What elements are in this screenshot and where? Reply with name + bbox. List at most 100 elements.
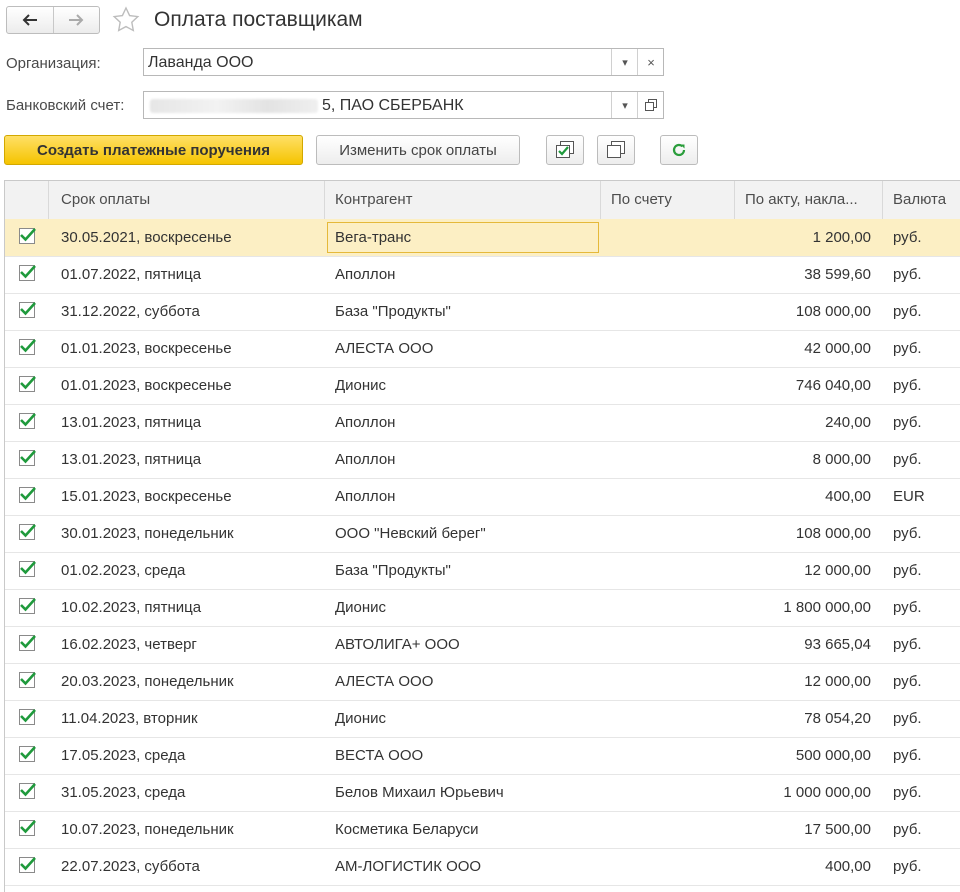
due-date-cell[interactable]: 16.02.2023, четверг xyxy=(61,626,321,662)
by-invoice-cell[interactable] xyxy=(611,848,729,884)
currency-cell[interactable]: руб. xyxy=(893,848,959,884)
counterparty-cell[interactable]: ООО "Невский берег" xyxy=(335,515,595,551)
row-checkbox[interactable] xyxy=(19,857,36,873)
row-checkbox[interactable] xyxy=(19,598,36,614)
change-payment-date-button[interactable]: Изменить срок оплаты xyxy=(316,135,520,165)
row-checkbox[interactable] xyxy=(19,746,36,762)
counterparty-cell[interactable]: Белов Михаил Юрьевич xyxy=(335,774,595,810)
due-date-cell[interactable]: 30.05.2021, воскресенье xyxy=(61,219,321,255)
header-by-invoice[interactable]: По счету xyxy=(601,181,735,219)
counterparty-cell[interactable]: АЛЕСТА ООО xyxy=(335,330,595,366)
by-act-cell[interactable]: 400,00 xyxy=(741,848,871,884)
by-invoice-cell[interactable] xyxy=(611,737,729,773)
currency-cell[interactable]: руб. xyxy=(893,441,959,477)
row-checkbox[interactable] xyxy=(19,635,36,651)
row-checkbox[interactable] xyxy=(19,672,36,688)
table-row[interactable]: 11.04.2023, вторник Дионис 78 054,20 руб. xyxy=(5,700,960,738)
counterparty-cell[interactable]: АЛЕСТА ООО xyxy=(335,663,595,699)
currency-cell[interactable]: руб. xyxy=(893,700,959,736)
counterparty-cell[interactable]: Дионис xyxy=(335,589,595,625)
bank-account-field[interactable]: 5, ПАО СБЕРБАНК ▾ xyxy=(143,91,664,119)
currency-cell[interactable]: руб. xyxy=(893,774,959,810)
currency-cell[interactable]: руб. xyxy=(893,404,959,440)
by-invoice-cell[interactable] xyxy=(611,441,729,477)
currency-cell[interactable]: руб. xyxy=(893,256,959,292)
by-act-cell[interactable]: 12 000,00 xyxy=(741,552,871,588)
due-date-cell[interactable]: 31.12.2022, суббота xyxy=(61,293,321,329)
by-invoice-cell[interactable] xyxy=(611,256,729,292)
table-row[interactable]: 30.01.2023, понедельник ООО "Невский бере… xyxy=(5,515,960,553)
back-button[interactable] xyxy=(7,7,53,33)
by-invoice-cell[interactable] xyxy=(611,293,729,329)
table-row[interactable]: 31.12.2022, суббота База "Продукты" 108 00… xyxy=(5,293,960,331)
due-date-cell[interactable]: 01.01.2023, воскресенье xyxy=(61,367,321,403)
by-invoice-cell[interactable] xyxy=(611,663,729,699)
due-date-cell[interactable]: 15.01.2023, воскресенье xyxy=(61,478,321,514)
due-date-cell[interactable]: 13.01.2023, пятница xyxy=(61,441,321,477)
table-row[interactable]: 01.01.2023, воскресенье АЛЕСТА ООО 42 000,… xyxy=(5,330,960,368)
counterparty-cell[interactable]: Косметика Беларуси xyxy=(335,811,595,847)
currency-cell[interactable]: руб. xyxy=(893,663,959,699)
by-act-cell[interactable]: 8 000,00 xyxy=(741,441,871,477)
by-act-cell[interactable]: 17 500,00 xyxy=(741,811,871,847)
due-date-cell[interactable]: 11.04.2023, вторник xyxy=(61,700,321,736)
counterparty-cell[interactable]: Дионис xyxy=(335,367,595,403)
by-invoice-cell[interactable] xyxy=(611,589,729,625)
organization-dropdown-button[interactable]: ▾ xyxy=(611,49,638,75)
counterparty-cell[interactable]: ВЕСТА ООО xyxy=(335,737,595,773)
row-checkbox[interactable] xyxy=(19,265,36,281)
counterparty-cell[interactable]: Аполлон xyxy=(335,478,595,514)
counterparty-cell[interactable]: АМ-ЛОГИСТИК ООО xyxy=(335,848,595,884)
by-act-cell[interactable]: 500 000,00 xyxy=(741,737,871,773)
counterparty-cell[interactable]: Дионис xyxy=(335,700,595,736)
uncheck-all-button[interactable] xyxy=(597,135,635,165)
due-date-cell[interactable]: 13.01.2023, пятница xyxy=(61,404,321,440)
table-row[interactable]: 13.01.2023, пятница Аполлон 8 000,00 руб. xyxy=(5,441,960,479)
header-currency[interactable]: Валюта xyxy=(883,181,960,219)
header-counterparty[interactable]: Контрагент xyxy=(325,181,601,219)
row-checkbox[interactable] xyxy=(19,561,36,577)
due-date-cell[interactable]: 20.03.2023, понедельник xyxy=(61,663,321,699)
due-date-cell[interactable]: 10.07.2023, понедельник xyxy=(61,811,321,847)
check-all-button[interactable] xyxy=(546,135,584,165)
currency-cell[interactable]: руб. xyxy=(893,737,959,773)
favorite-star-icon[interactable] xyxy=(112,6,140,34)
by-invoice-cell[interactable] xyxy=(611,478,729,514)
bank-account-open-button[interactable] xyxy=(637,92,664,118)
currency-cell[interactable]: руб. xyxy=(893,811,959,847)
row-checkbox[interactable] xyxy=(19,820,36,836)
by-act-cell[interactable]: 78 054,20 xyxy=(741,700,871,736)
by-act-cell[interactable]: 746 040,00 xyxy=(741,367,871,403)
row-checkbox[interactable] xyxy=(19,783,36,799)
row-checkbox[interactable] xyxy=(19,709,36,725)
counterparty-cell[interactable]: АВТОЛИГА+ ООО xyxy=(335,626,595,662)
currency-cell[interactable]: EUR xyxy=(893,478,959,514)
table-row[interactable]: 15.01.2023, воскресенье Аполлон 400,00 EUR xyxy=(5,478,960,516)
header-by-act[interactable]: По акту, накла... xyxy=(735,181,883,219)
due-date-cell[interactable]: 01.07.2022, пятница xyxy=(61,256,321,292)
table-row[interactable]: 01.02.2023, среда База "Продукты" 12 000,0… xyxy=(5,552,960,590)
table-row[interactable]: 17.05.2023, среда ВЕСТА ООО 500 000,00 руб. xyxy=(5,737,960,775)
table-row[interactable]: 13.01.2023, пятница Аполлон 240,00 руб. xyxy=(5,404,960,442)
by-act-cell[interactable]: 1 000 000,00 xyxy=(741,774,871,810)
by-act-cell[interactable]: 1 800 000,00 xyxy=(741,589,871,625)
by-invoice-cell[interactable] xyxy=(611,811,729,847)
by-act-cell[interactable]: 38 599,60 xyxy=(741,256,871,292)
by-invoice-cell[interactable] xyxy=(611,700,729,736)
row-checkbox[interactable] xyxy=(19,450,36,466)
by-invoice-cell[interactable] xyxy=(611,552,729,588)
due-date-cell[interactable]: 17.05.2023, среда xyxy=(61,737,321,773)
forward-button[interactable] xyxy=(52,7,100,33)
table-row[interactable]: 01.01.2023, воскресенье Дионис 746 040,00 р… xyxy=(5,367,960,405)
currency-cell[interactable]: руб. xyxy=(893,552,959,588)
refresh-button[interactable] xyxy=(660,135,698,165)
due-date-cell[interactable]: 22.07.2023, суббота xyxy=(61,848,321,884)
currency-cell[interactable]: руб. xyxy=(893,367,959,403)
by-invoice-cell[interactable] xyxy=(611,219,729,255)
currency-cell[interactable]: руб. xyxy=(893,219,959,255)
currency-cell[interactable]: руб. xyxy=(893,626,959,662)
currency-cell[interactable]: руб. xyxy=(893,330,959,366)
due-date-cell[interactable]: 10.02.2023, пятница xyxy=(61,589,321,625)
organization-field[interactable]: Лаванда ООО ▾ × xyxy=(143,48,664,76)
table-row[interactable]: 01.07.2022, пятница Аполлон 38 599,60 руб. xyxy=(5,256,960,294)
